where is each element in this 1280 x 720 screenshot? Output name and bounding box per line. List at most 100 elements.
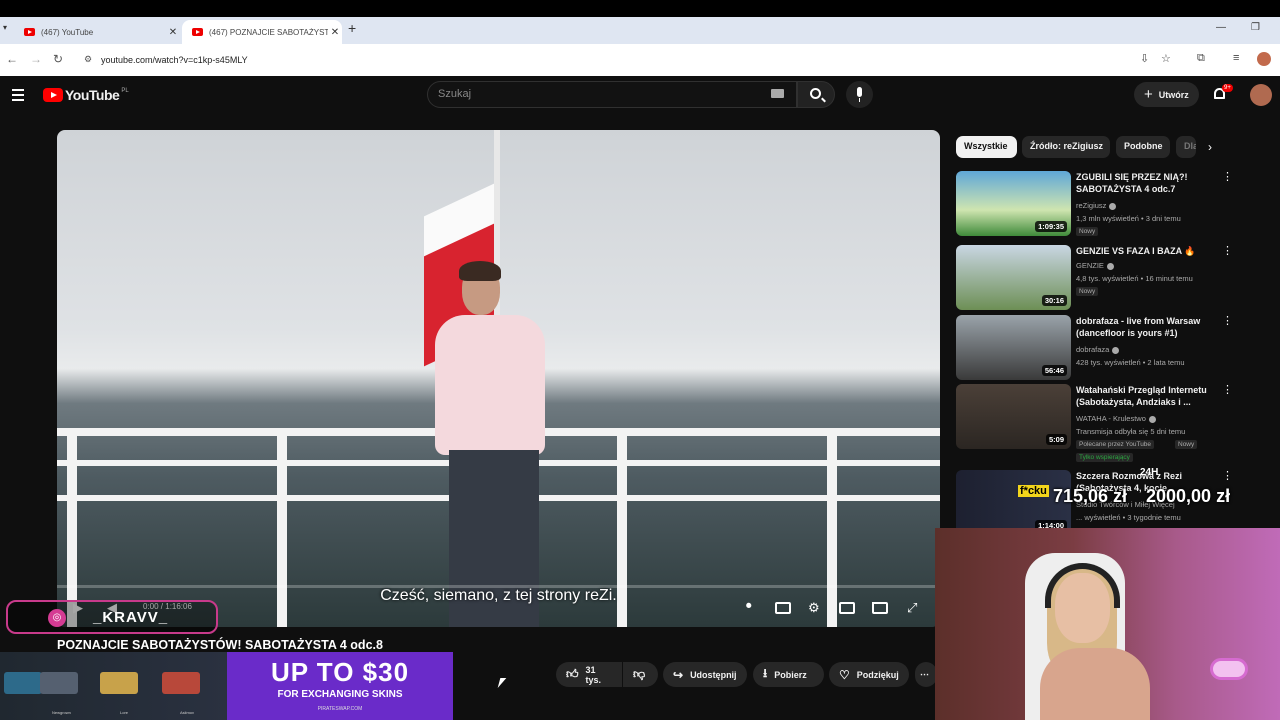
search-input[interactable]: Szukaj: [427, 81, 797, 108]
forward-icon[interactable]: →: [30, 52, 42, 66]
browser-tab-video[interactable]: (467) POZNAJCIE SABOTAŻYSTÓW ✕: [182, 20, 342, 44]
rec-channel[interactable]: dobrafaza: [1076, 345, 1120, 354]
youtube-play-icon: [43, 88, 63, 102]
voice-search-mic-icon[interactable]: [846, 81, 873, 108]
fullscreen-icon[interactable]: ⤢: [907, 600, 917, 616]
ad-banner[interactable]: Newgrown Lore Asiimov UP TO $30 FOR EXCH…: [0, 652, 453, 720]
top-black-bar: [0, 0, 1280, 17]
account-avatar[interactable]: [1250, 84, 1272, 106]
subtitles-icon[interactable]: [775, 602, 791, 614]
dislike-button[interactable]: 👎︎: [623, 662, 658, 687]
skin-image: [4, 672, 42, 694]
youtube-logo[interactable]: YouTube PL: [43, 87, 129, 103]
video-thumbnail[interactable]: 1:09:35: [956, 171, 1071, 236]
verified-icon: [1109, 202, 1117, 210]
search-placeholder: Szukaj: [438, 88, 472, 100]
video-thumbnail[interactable]: 30:16: [956, 245, 1071, 310]
new-badge: Nowy: [1175, 440, 1198, 449]
rec-meta: 428 tys. wyświetleń • 2 lata temu: [1076, 358, 1185, 367]
recommendation-item[interactable]: 56:46 dobrafaza - live from Warsaw (danc…: [956, 315, 1246, 383]
recommended-badge: Polecane przez YouTube: [1076, 440, 1155, 449]
new-badge: Nowy: [1076, 227, 1099, 236]
ad-text-panel: UP TO $30 FOR EXCHANGING SKINS PIRATESWA…: [227, 652, 453, 720]
url-field[interactable]: ⚙ youtube.com/watch?v=c1kp-s45MLY: [76, 49, 1166, 71]
chip-all[interactable]: Wszystkie: [956, 136, 1017, 158]
more-vertical-icon[interactable]: ⋮: [1222, 246, 1233, 257]
share-icon: ↪: [673, 667, 684, 682]
keyboard-icon[interactable]: [771, 89, 784, 98]
extensions-icon[interactable]: ⧉: [1197, 52, 1205, 65]
recommendation-item[interactable]: 5:09 Watahański Przegląd Internetu (Sabo…: [956, 384, 1246, 466]
search-button[interactable]: [797, 81, 835, 108]
like-button[interactable]: 👍︎ 31 tys.: [556, 662, 622, 687]
download-button[interactable]: ⭳ Pobierz: [753, 662, 824, 687]
rec-title[interactable]: Watahański Przegląd Internetu (Sabotażys…: [1076, 384, 1216, 408]
miniplayer-icon[interactable]: [839, 602, 855, 614]
rec-channel[interactable]: WATAHA - Krulestwo: [1076, 414, 1156, 423]
new-tab-icon[interactable]: +: [348, 20, 356, 36]
browser-tab-youtube[interactable]: (467) YouTube ✕: [14, 20, 180, 44]
video-thumbnail[interactable]: 5:09: [956, 384, 1071, 449]
instagram-icon: ◎: [48, 609, 66, 627]
recommendation-item[interactable]: 1:09:35 ZGUBILI SIĘ PRZEZ NIĄ?! SABOTAŻY…: [956, 171, 1246, 239]
rec-channel-name: GENZIE: [1076, 261, 1104, 270]
thanks-button[interactable]: ♡ Podziękuj: [829, 662, 909, 687]
tab-close-icon[interactable]: ✕: [166, 27, 180, 38]
youtube-favicon-icon: [192, 28, 203, 36]
chip-more[interactable]: Dla: [1176, 136, 1196, 158]
chevron-right-icon[interactable]: ›: [1208, 140, 1212, 154]
autoplay-toggle-icon[interactable]: ⏺: [746, 600, 752, 613]
video-title: POZNAJCIE SABOTAŻYSTÓW! SABOTAŻYSTA 4 od…: [57, 638, 383, 652]
browser-profile-avatar[interactable]: [1257, 52, 1271, 66]
video-player[interactable]: Cześć, siemano, z tej strony reZi. ▶ ◀ 0…: [57, 130, 940, 627]
tab-search-chevron-icon[interactable]: ▾: [3, 23, 7, 32]
duration-badge: 1:09:35: [1035, 221, 1067, 232]
install-icon[interactable]: ⇩: [1140, 52, 1149, 65]
hamburger-menu-icon[interactable]: [12, 89, 24, 104]
more-vertical-icon[interactable]: ⋮: [1222, 172, 1233, 183]
more-vertical-icon[interactable]: ⋮: [1222, 316, 1233, 327]
recommendation-item[interactable]: 30:16 GENZIE VS FAZA I BAZA 🔥 GENZIE 4,8…: [956, 245, 1246, 313]
rec-channel-name: reZigiusz: [1076, 201, 1107, 210]
rec-title[interactable]: GENZIE VS FAZA I BAZA 🔥: [1076, 245, 1216, 257]
rec-title[interactable]: ZGUBILI SIĘ PRZEZ NIĄ?! SABOTAŻYSTA 4 od…: [1076, 171, 1216, 195]
menu-lines-icon[interactable]: ≡: [1233, 52, 1239, 64]
rec-title[interactable]: dobrafaza - live from Warsaw (dancefloor…: [1076, 315, 1216, 339]
chip-source[interactable]: Źródło: reZigiusz: [1022, 136, 1110, 158]
rec-meta: 4,8 tys. wyświetleń • 16 minut temu: [1076, 274, 1193, 283]
site-info-icon[interactable]: ⚙: [84, 54, 92, 65]
duration-badge: 5:09: [1045, 434, 1067, 445]
tab-title: (467) POZNAJCIE SABOTAŻYSTÓW: [209, 27, 328, 37]
rec-channel[interactable]: reZigiusz: [1076, 201, 1117, 210]
chip-related[interactable]: Podobne: [1116, 136, 1170, 158]
youtube-header: YouTube PL Szukaj + Utwórz 9+: [0, 76, 1280, 116]
minimize-icon[interactable]: —: [1216, 22, 1226, 33]
rec-meta: ... wyświetleń • 3 tygodnie temu: [1076, 513, 1181, 522]
video-thumbnail[interactable]: 56:46: [956, 315, 1071, 380]
browser-tab-bar: ▾ (467) YouTube ✕ (467) POZNAJCIE SABOTA…: [0, 17, 1280, 44]
url-text: youtube.com/watch?v=c1kp-s45MLY: [101, 55, 248, 65]
bookmark-star-icon[interactable]: ☆: [1161, 52, 1171, 65]
thumbs-down-icon: 👎︎: [633, 667, 646, 681]
cast-icon[interactable]: [872, 602, 888, 614]
rec-channel[interactable]: GENZIE: [1076, 261, 1114, 270]
tab-title: (467) YouTube: [41, 27, 94, 37]
reload-icon[interactable]: ↻: [53, 52, 63, 66]
more-vertical-icon[interactable]: ⋮: [1222, 385, 1233, 396]
create-button[interactable]: + Utwórz: [1134, 82, 1199, 107]
new-badge: Nowy: [1076, 287, 1099, 296]
skin-image: [40, 672, 78, 694]
person-shirt: [435, 315, 545, 455]
donation-period: 24H: [1140, 467, 1159, 478]
streamer-webcam: [935, 528, 1280, 720]
tab-close-icon[interactable]: ✕: [328, 27, 342, 38]
back-icon[interactable]: ←: [6, 52, 18, 66]
more-actions-button[interactable]: ⋯: [915, 662, 937, 687]
download-label: Pobierz: [774, 669, 807, 680]
more-vertical-icon[interactable]: ⋮: [1222, 471, 1233, 482]
share-button[interactable]: ↪ Udostępnij: [663, 662, 747, 687]
restore-icon[interactable]: ❐: [1251, 22, 1260, 33]
settings-gear-icon[interactable]: ⚙: [808, 600, 820, 616]
browser-address-bar: ← → ↻ ⚙ youtube.com/watch?v=c1kp-s45MLY …: [0, 44, 1280, 76]
verified-icon: [1112, 346, 1120, 354]
